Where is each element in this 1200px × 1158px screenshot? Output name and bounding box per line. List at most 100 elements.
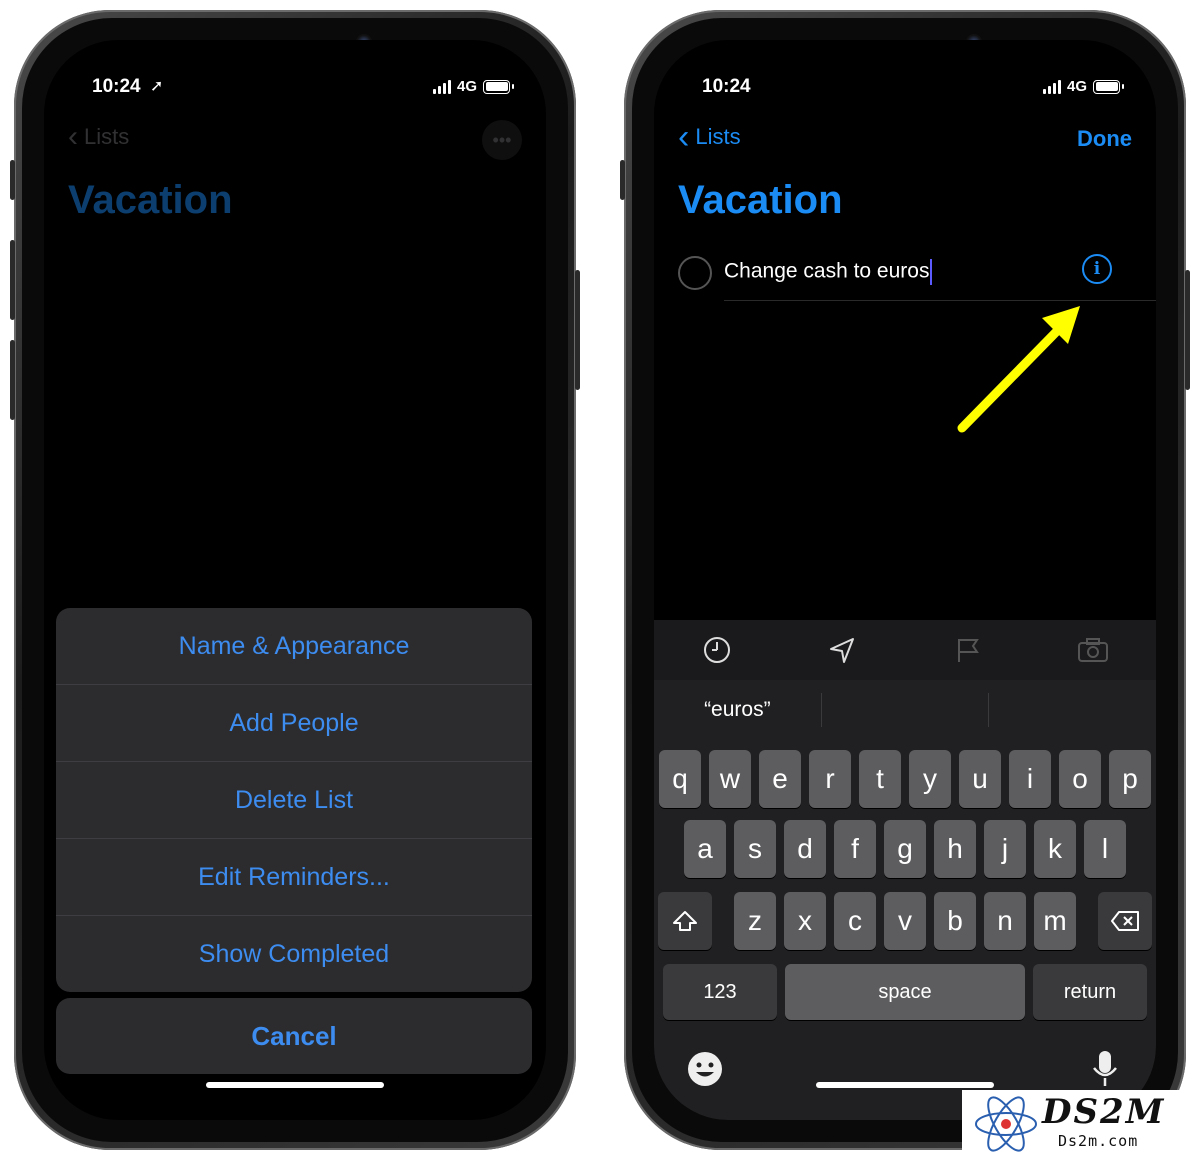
key-x[interactable]: x — [784, 892, 826, 950]
complete-checkbox[interactable] — [678, 256, 712, 290]
edit-reminders-option[interactable]: Edit Reminders... — [56, 839, 532, 916]
location-arrow-icon: ➚ — [150, 78, 164, 95]
camera-icon[interactable] — [1073, 630, 1113, 670]
suggestion-1[interactable]: “euros” — [654, 693, 821, 727]
right-screen: 10:24 4G ‹ Lists Done Vacation Change ca… — [654, 40, 1156, 1120]
chevron-left-icon: ‹ — [678, 118, 690, 156]
key-r[interactable]: r — [809, 750, 851, 808]
suggestion-2[interactable] — [820, 693, 989, 727]
clock-icon[interactable] — [697, 630, 737, 670]
side-button — [575, 270, 580, 390]
key-u[interactable]: u — [959, 750, 1001, 808]
key-g[interactable]: g — [884, 820, 926, 878]
reminder-text-input[interactable]: Change cash to euros — [724, 259, 933, 285]
battery-icon — [483, 79, 514, 94]
status-time: 10:24 — [92, 76, 141, 97]
key-z[interactable]: z — [734, 892, 776, 950]
flag-icon[interactable] — [948, 630, 988, 670]
key-k[interactable]: k — [1034, 820, 1076, 878]
nav-bar: ‹ Lists ••• — [68, 120, 522, 160]
name-appearance-option[interactable]: Name & Appearance — [56, 608, 532, 685]
key-f[interactable]: f — [834, 820, 876, 878]
more-button[interactable]: ••• — [482, 120, 522, 160]
back-button[interactable]: ‹ Lists — [678, 118, 741, 156]
network-label: 4G — [1066, 78, 1087, 95]
status-bar: 10:24 ➚ 4G — [92, 76, 514, 102]
home-indicator[interactable] — [816, 1082, 994, 1088]
keyboard-row-4: 123 space return — [654, 964, 1156, 1020]
suggestion-3[interactable] — [988, 693, 1156, 727]
watermark-brand: DS2M — [1042, 1092, 1166, 1132]
suggestion-bar: “euros” — [654, 680, 1156, 740]
key-d[interactable]: d — [784, 820, 826, 878]
ellipsis-icon: ••• — [492, 129, 512, 150]
space-key[interactable]: space — [785, 964, 1025, 1020]
cancel-button[interactable]: Cancel — [56, 998, 532, 1074]
key-y[interactable]: y — [909, 750, 951, 808]
location-icon[interactable] — [822, 630, 862, 670]
key-o[interactable]: o — [1059, 750, 1101, 808]
delete-key[interactable] — [1098, 892, 1152, 950]
back-label: Lists — [695, 124, 741, 149]
page-title: Vacation — [68, 178, 233, 222]
watermark-domain: Ds2m.com — [1058, 1132, 1139, 1150]
add-people-option[interactable]: Add People — [56, 685, 532, 762]
key-l[interactable]: l — [1084, 820, 1126, 878]
numbers-key[interactable]: 123 — [663, 964, 777, 1020]
shift-key[interactable] — [658, 892, 712, 950]
volume-up-button — [10, 240, 15, 320]
dictation-button[interactable] — [1090, 1048, 1120, 1095]
done-button[interactable]: Done — [1077, 126, 1132, 152]
key-i[interactable]: i — [1009, 750, 1051, 808]
text-cursor — [930, 259, 933, 285]
status-time: 10:24 — [702, 76, 751, 97]
key-c[interactable]: c — [834, 892, 876, 950]
key-b[interactable]: b — [934, 892, 976, 950]
key-p[interactable]: p — [1109, 750, 1151, 808]
key-t[interactable]: t — [859, 750, 901, 808]
info-button[interactable]: i — [1082, 254, 1112, 284]
keyboard-row-2: a s d f g h j k l — [654, 820, 1156, 878]
mute-switch — [620, 160, 625, 200]
key-s[interactable]: s — [734, 820, 776, 878]
atom-logo-icon — [975, 1096, 1037, 1152]
return-key[interactable]: return — [1033, 964, 1147, 1020]
key-j[interactable]: j — [984, 820, 1026, 878]
page-title: Vacation — [678, 178, 843, 222]
emoji-icon — [688, 1052, 722, 1086]
side-button — [1185, 270, 1190, 390]
action-sheet: Name & Appearance Add People Delete List… — [56, 608, 532, 992]
key-n[interactable]: n — [984, 892, 1026, 950]
delete-list-option[interactable]: Delete List — [56, 762, 532, 839]
key-q[interactable]: q — [659, 750, 701, 808]
keyboard-row-1: q w e r t y u i o p — [654, 750, 1156, 808]
left-screen: 10:24 ➚ 4G ‹ Lists ••• Vacation Name & A… — [44, 40, 546, 1120]
back-label: Lists — [84, 124, 130, 149]
yellow-arrow-annotation — [957, 306, 1080, 433]
reminder-toolbar — [654, 620, 1156, 680]
key-h[interactable]: h — [934, 820, 976, 878]
key-e[interactable]: e — [759, 750, 801, 808]
key-w[interactable]: w — [709, 750, 751, 808]
key-m[interactable]: m — [1034, 892, 1076, 950]
signal-icon — [432, 79, 451, 94]
reminder-text: Change cash to euros — [724, 259, 930, 283]
status-bar: 10:24 4G — [702, 76, 1124, 102]
watermark: DS2M Ds2m.com — [962, 1090, 1200, 1158]
shift-icon — [673, 911, 697, 931]
left-phone: 10:24 ➚ 4G ‹ Lists ••• Vacation Name & A… — [10, 10, 580, 1150]
home-indicator[interactable] — [206, 1082, 384, 1088]
network-label: 4G — [456, 78, 477, 95]
mute-switch — [10, 160, 15, 200]
show-completed-option[interactable]: Show Completed — [56, 916, 532, 992]
signal-icon — [1042, 79, 1061, 94]
battery-icon — [1093, 79, 1124, 94]
key-a[interactable]: a — [684, 820, 726, 878]
right-phone: 10:24 4G ‹ Lists Done Vacation Change ca… — [620, 10, 1190, 1150]
keyboard-row-3: z x c v b n m — [654, 892, 1156, 950]
emoji-button[interactable] — [686, 1050, 724, 1093]
chevron-left-icon: ‹ — [68, 120, 78, 153]
back-button[interactable]: ‹ Lists — [68, 120, 130, 153]
key-v[interactable]: v — [884, 892, 926, 950]
keyboard: “euros” q w e r t y u i o p a s d f g h … — [654, 620, 1156, 1120]
